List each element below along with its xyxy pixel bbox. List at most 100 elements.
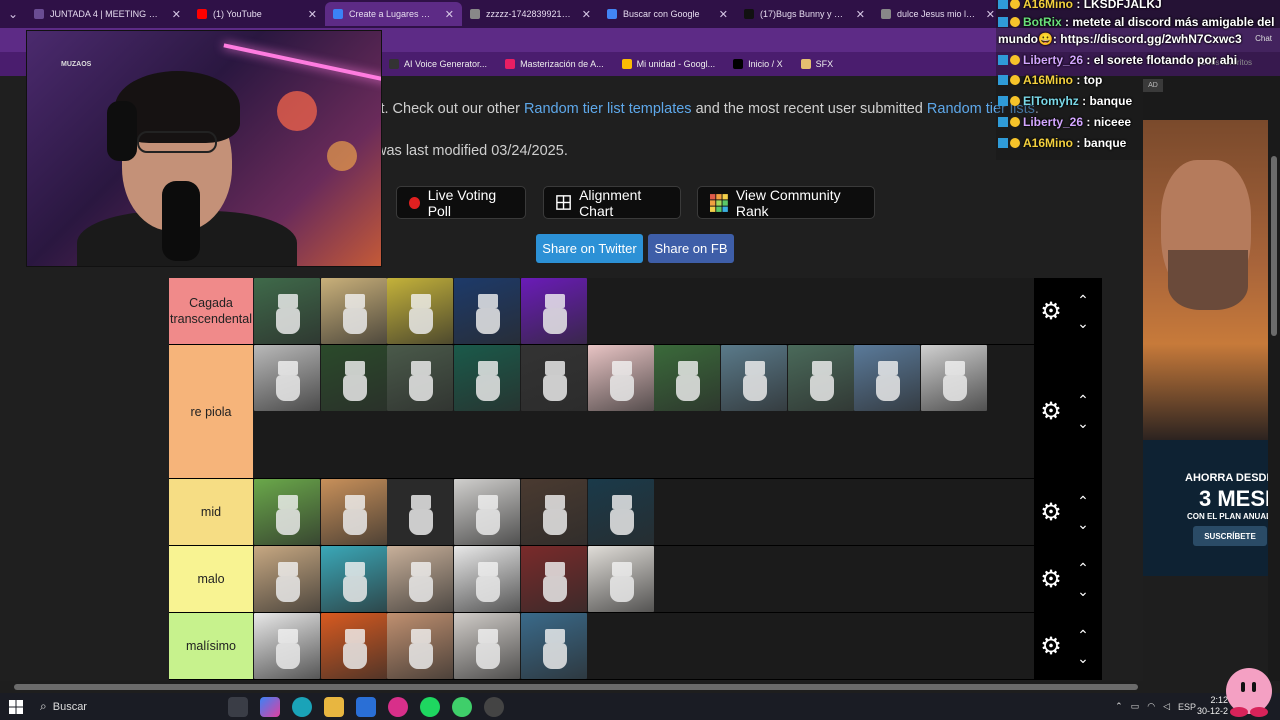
move-tier-down-icon[interactable]: ⌄ — [1074, 416, 1092, 430]
share-fb-button[interactable]: Share on FB — [648, 234, 734, 263]
tier-item-image[interactable] — [254, 345, 320, 411]
bookmark-item[interactable]: Masterización de A... — [496, 59, 613, 69]
tier-item-image[interactable] — [720, 345, 787, 411]
move-tier-down-icon[interactable]: ⌄ — [1074, 517, 1092, 531]
tier-item-image[interactable] — [454, 278, 521, 344]
tier-label[interactable]: malísimo — [169, 613, 253, 679]
browser-tab[interactable]: zzzzz-1742839921captura-d ✕ — [462, 2, 599, 26]
tier-item-image[interactable] — [254, 613, 320, 679]
tier-item-image[interactable] — [320, 613, 387, 679]
tier-item-image[interactable] — [320, 278, 387, 344]
horizontal-scrollbar[interactable] — [0, 681, 1280, 693]
tier-item-image[interactable] — [320, 546, 387, 612]
vertical-scroll-thumb[interactable] — [1271, 156, 1277, 336]
tier-item-image[interactable] — [254, 479, 320, 545]
bookmark-item[interactable]: Mi unidad - Googl... — [613, 59, 725, 69]
opera-icon[interactable] — [388, 696, 408, 717]
tier-item-image[interactable] — [387, 479, 454, 545]
ad-banner[interactable]: AHORRA DESDE 3 MESES CON EL PLAN ANUAL S… — [1143, 120, 1268, 576]
tier-label[interactable]: re piola — [169, 345, 253, 478]
app-icon[interactable] — [452, 696, 472, 717]
tier-item-image[interactable] — [387, 345, 454, 411]
move-tier-down-icon[interactable]: ⌄ — [1074, 316, 1092, 330]
alignment-chart-button[interactable]: Alignment Chart — [543, 186, 681, 219]
task-view-icon[interactable] — [228, 696, 248, 717]
store-icon[interactable] — [356, 696, 376, 717]
language-indicator[interactable]: ESP — [1178, 702, 1196, 712]
tier-settings-gear-icon[interactable]: ⚙ — [1040, 567, 1062, 591]
spotify-icon[interactable] — [420, 696, 440, 717]
bookmark-item[interactable]: Inicio / X — [724, 59, 792, 69]
copilot-icon[interactable] — [260, 696, 280, 717]
move-tier-up-icon[interactable]: ⌃ — [1074, 494, 1092, 508]
tier-item-image[interactable] — [787, 345, 854, 411]
close-tab-icon[interactable]: ✕ — [719, 8, 728, 21]
tab-list-icon[interactable]: ⌄ — [0, 0, 26, 28]
move-tier-up-icon[interactable]: ⌃ — [1074, 628, 1092, 642]
network-icon[interactable]: ▭ — [1131, 701, 1140, 712]
close-tab-icon[interactable]: ✕ — [445, 8, 454, 21]
ad-subscribe-button[interactable]: SUSCRÍBETE — [1193, 526, 1267, 546]
tier-item-image[interactable] — [387, 613, 454, 679]
browser-tab[interactable]: dulce Jesus mio lugar baño ✕ — [873, 2, 1003, 26]
tray-chevron-icon[interactable]: ⌃ — [1115, 701, 1123, 712]
move-tier-up-icon[interactable]: ⌃ — [1074, 293, 1092, 307]
tier-item-image[interactable] — [587, 546, 654, 612]
live-voting-poll-button[interactable]: Live Voting Poll — [396, 186, 526, 219]
tier-settings-gear-icon[interactable]: ⚙ — [1040, 634, 1062, 658]
view-community-rank-button[interactable]: View Community Rank — [697, 186, 875, 219]
vertical-scrollbar[interactable] — [1268, 76, 1280, 681]
move-tier-up-icon[interactable]: ⌃ — [1074, 393, 1092, 407]
tier-item-image[interactable] — [254, 546, 320, 612]
obs-icon[interactable] — [484, 696, 504, 717]
tier-item-image[interactable] — [854, 345, 921, 411]
close-tab-icon[interactable]: ✕ — [856, 8, 865, 21]
tier-item-image[interactable] — [520, 613, 587, 679]
move-tier-up-icon[interactable]: ⌃ — [1074, 561, 1092, 575]
clock[interactable]: 2:12 30-12-2 — [1197, 695, 1228, 717]
browser-tab[interactable]: (1) YouTube ✕ — [189, 2, 325, 26]
tier-item-image[interactable] — [520, 345, 587, 411]
tier-item-image[interactable] — [254, 278, 320, 344]
close-tab-icon[interactable]: ✕ — [308, 8, 317, 21]
share-twitter-button[interactable]: Share on Twitter — [536, 234, 643, 263]
tier-item-image[interactable] — [454, 345, 521, 411]
horizontal-scroll-thumb[interactable] — [14, 684, 1138, 690]
tier-item-image[interactable] — [654, 345, 721, 411]
tier-label[interactable]: malo — [169, 546, 253, 612]
tier-settings-gear-icon[interactable]: ⚙ — [1040, 400, 1062, 424]
tier-item-image[interactable] — [587, 345, 654, 411]
bookmark-item[interactable]: AI Voice Generator... — [380, 59, 496, 69]
tier-item-image[interactable] — [587, 479, 654, 545]
tier-item-image[interactable] — [454, 613, 521, 679]
random-templates-link[interactable]: Random tier list templates — [524, 101, 692, 117]
start-button[interactable] — [0, 693, 32, 720]
tier-label[interactable]: Cagada transcendental — [169, 278, 253, 344]
close-tab-icon[interactable]: ✕ — [172, 8, 181, 21]
tier-item-image[interactable] — [320, 345, 387, 411]
tier-settings-gear-icon[interactable]: ⚙ — [1040, 500, 1062, 524]
browser-tab[interactable]: JUNTADA 4 | MEETING PTG ✕ — [26, 2, 189, 26]
tier-label[interactable]: mid — [169, 479, 253, 545]
tier-item-image[interactable] — [520, 479, 587, 545]
file-explorer-icon[interactable] — [324, 696, 344, 717]
tier-item-image[interactable] — [320, 479, 387, 545]
move-tier-down-icon[interactable]: ⌄ — [1074, 651, 1092, 665]
wifi-icon[interactable]: ◠ — [1147, 701, 1155, 712]
tier-item-image[interactable] — [454, 479, 521, 545]
volume-icon[interactable]: ◁ — [1163, 701, 1170, 712]
browser-tab[interactable]: Buscar con Google ✕ — [599, 2, 736, 26]
move-tier-down-icon[interactable]: ⌄ — [1074, 584, 1092, 598]
tier-settings-gear-icon[interactable]: ⚙ — [1040, 299, 1062, 323]
taskbar-search[interactable]: ⌕ Buscar — [32, 693, 222, 720]
tier-item-image[interactable] — [520, 278, 587, 344]
browser-tab[interactable]: Create a Lugares para cagar ✕ — [325, 2, 462, 26]
close-tab-icon[interactable]: ✕ — [986, 8, 995, 21]
close-tab-icon[interactable]: ✕ — [582, 8, 591, 21]
tier-item-image[interactable] — [520, 546, 587, 612]
tier-item-image[interactable] — [921, 345, 987, 411]
bookmark-item[interactable]: SFX — [792, 59, 843, 69]
edge-icon[interactable] — [292, 696, 312, 717]
tier-item-image[interactable] — [454, 546, 521, 612]
tier-item-image[interactable] — [387, 546, 454, 612]
